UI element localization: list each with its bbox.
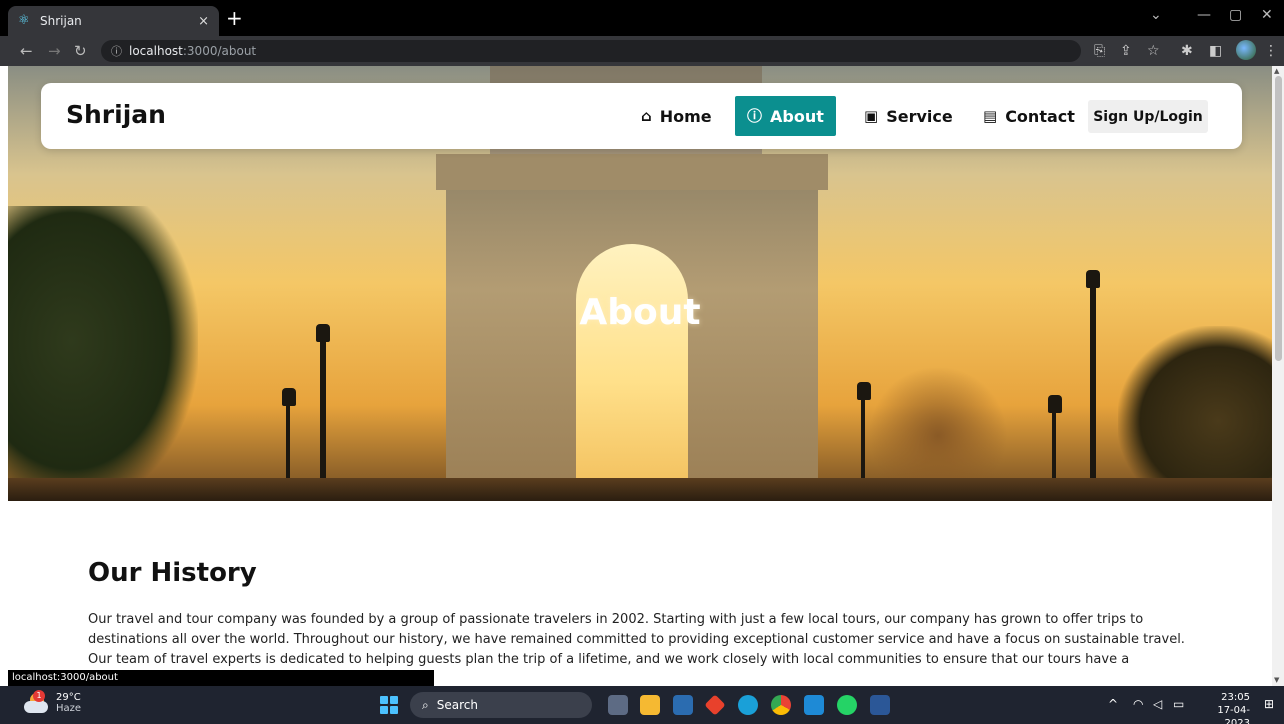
edge-icon[interactable] — [738, 695, 758, 715]
hero-image-ground — [8, 478, 1272, 501]
battery-icon[interactable]: ▭ — [1173, 697, 1184, 711]
weather-desc: Haze — [56, 703, 82, 714]
hero-image-arch — [576, 244, 688, 494]
browser-tab[interactable]: ⚛ Shrijan × — [8, 6, 219, 36]
clock-time: 23:05 — [1221, 692, 1250, 703]
contact-book-icon: ▤ — [983, 107, 998, 125]
word-icon[interactable] — [870, 695, 890, 715]
minimize-icon[interactable]: — — [1197, 7, 1211, 23]
os-taskbar: 1 29°C Haze ⌕ Search ^ ◠ ◁ ▭ 23:05 17-04… — [0, 686, 1284, 724]
nav-link-home[interactable]: ⌂ Home — [629, 96, 724, 136]
whatsapp-icon[interactable] — [837, 695, 857, 715]
scroll-down-icon[interactable]: ▼ — [1274, 676, 1279, 684]
scroll-up-icon[interactable]: ▲ — [1274, 67, 1279, 75]
hero-image-tree-left — [8, 206, 198, 501]
status-link-preview: localhost:3000/about — [8, 670, 434, 686]
search-icon: ⌕ — [422, 697, 429, 712]
hero-image-lamp — [857, 382, 871, 486]
forward-icon[interactable]: → — [48, 42, 61, 60]
scrollbar-thumb[interactable] — [1275, 76, 1282, 361]
tab-search-chevron-icon[interactable]: ⌄ — [1150, 7, 1162, 23]
notification-icon[interactable]: ⊞ — [1264, 697, 1274, 711]
windows-start-icon[interactable] — [380, 696, 398, 714]
browser-toolbar: ← → ↻ ⓘ localhost :3000/about ⎘ ⇪ ☆ ✱ ◧ … — [0, 36, 1284, 66]
nav-link-contact[interactable]: ▤ Contact — [971, 96, 1087, 136]
url-path: :3000/about — [182, 44, 257, 58]
signup-login-button[interactable]: Sign Up/Login — [1088, 100, 1208, 133]
hero-image-lamp — [282, 388, 296, 488]
nav-link-label: About — [770, 106, 824, 126]
tab-close-icon[interactable]: × — [198, 14, 209, 29]
site-navbar: Shrijan ⌂ Home ⓘ About ▣ Service ▤ Conta… — [41, 83, 1242, 149]
url-host: localhost — [129, 44, 183, 58]
share-icon[interactable]: ⇪ — [1120, 42, 1132, 60]
browser-tab-bar: ⚛ Shrijan × + ⌄ — ▢ ✕ — [0, 0, 1284, 36]
hero-image-lamp — [1048, 395, 1062, 489]
screen: ⚛ Shrijan × + ⌄ — ▢ ✕ ← → ↻ ⓘ localhost … — [0, 0, 1284, 724]
weather-badge: 1 — [33, 690, 45, 702]
site-brand[interactable]: Shrijan — [66, 100, 166, 129]
weather-icon: 1 — [22, 690, 50, 716]
address-bar[interactable]: ⓘ localhost :3000/about — [101, 40, 1081, 62]
hero-image-tree-right — [1118, 326, 1272, 501]
tab-title: Shrijan — [40, 14, 82, 28]
git-icon[interactable] — [704, 694, 726, 716]
weather-temp: 29°C — [56, 692, 81, 703]
page-scrollbar[interactable]: ▲ ▼ — [1272, 66, 1284, 686]
info-icon: ⓘ — [747, 107, 763, 125]
volume-icon[interactable]: ◁ — [1153, 697, 1162, 711]
bookmark-star-icon[interactable]: ☆ — [1147, 42, 1160, 60]
weather-widget[interactable]: 1 29°C Haze — [22, 690, 81, 716]
page-viewport: About Shrijan ⌂ Home ⓘ About ▣ Service ▤… — [8, 66, 1272, 686]
hero-image-lamp — [316, 324, 330, 488]
nav-link-service[interactable]: ▣ Service — [852, 96, 965, 136]
side-panel-icon[interactable]: ◧ — [1209, 42, 1222, 60]
nav-link-label: Home — [659, 106, 712, 126]
site-info-icon[interactable]: ⓘ — [111, 43, 122, 59]
store-icon[interactable] — [673, 695, 693, 715]
reload-icon[interactable]: ↻ — [74, 42, 87, 60]
nav-link-label: Contact — [1005, 106, 1075, 126]
nav-link-about[interactable]: ⓘ About — [735, 96, 836, 136]
file-explorer-icon[interactable] — [640, 695, 660, 715]
briefcase-icon: ▣ — [864, 107, 879, 125]
tray-chevron-icon[interactable]: ^ — [1108, 697, 1118, 711]
close-window-icon[interactable]: ✕ — [1261, 7, 1273, 23]
profile-avatar[interactable] — [1236, 40, 1256, 60]
search-label: Search — [436, 698, 478, 712]
install-app-icon[interactable]: ⎘ — [1094, 42, 1105, 60]
extensions-icon[interactable]: ✱ — [1181, 42, 1193, 60]
clock-date: 17-04-2023 — [1217, 705, 1250, 724]
taskbar-search[interactable]: ⌕ Search — [410, 692, 592, 718]
react-favicon-icon: ⚛ — [18, 13, 30, 28]
nav-link-label: Service — [886, 106, 953, 126]
hero-image-cornice — [436, 154, 828, 190]
wifi-icon[interactable]: ◠ — [1133, 697, 1143, 711]
history-section: Our History Our travel and tour company … — [88, 558, 1188, 670]
task-view-icon[interactable] — [608, 695, 628, 715]
vscode-icon[interactable] — [804, 695, 824, 715]
menu-icon[interactable]: ⋮ — [1264, 42, 1278, 60]
hero-title: About — [579, 292, 701, 333]
restore-icon[interactable]: ▢ — [1229, 7, 1242, 23]
back-icon[interactable]: ← — [20, 42, 33, 60]
new-tab-button[interactable]: + — [226, 8, 243, 28]
history-heading: Our History — [88, 558, 257, 588]
taskbar-clock[interactable]: 23:05 17-04-2023 — [1198, 691, 1250, 724]
home-icon: ⌂ — [641, 107, 652, 125]
chrome-icon[interactable] — [771, 695, 791, 715]
history-body: Our travel and tour company was founded … — [88, 612, 1185, 667]
